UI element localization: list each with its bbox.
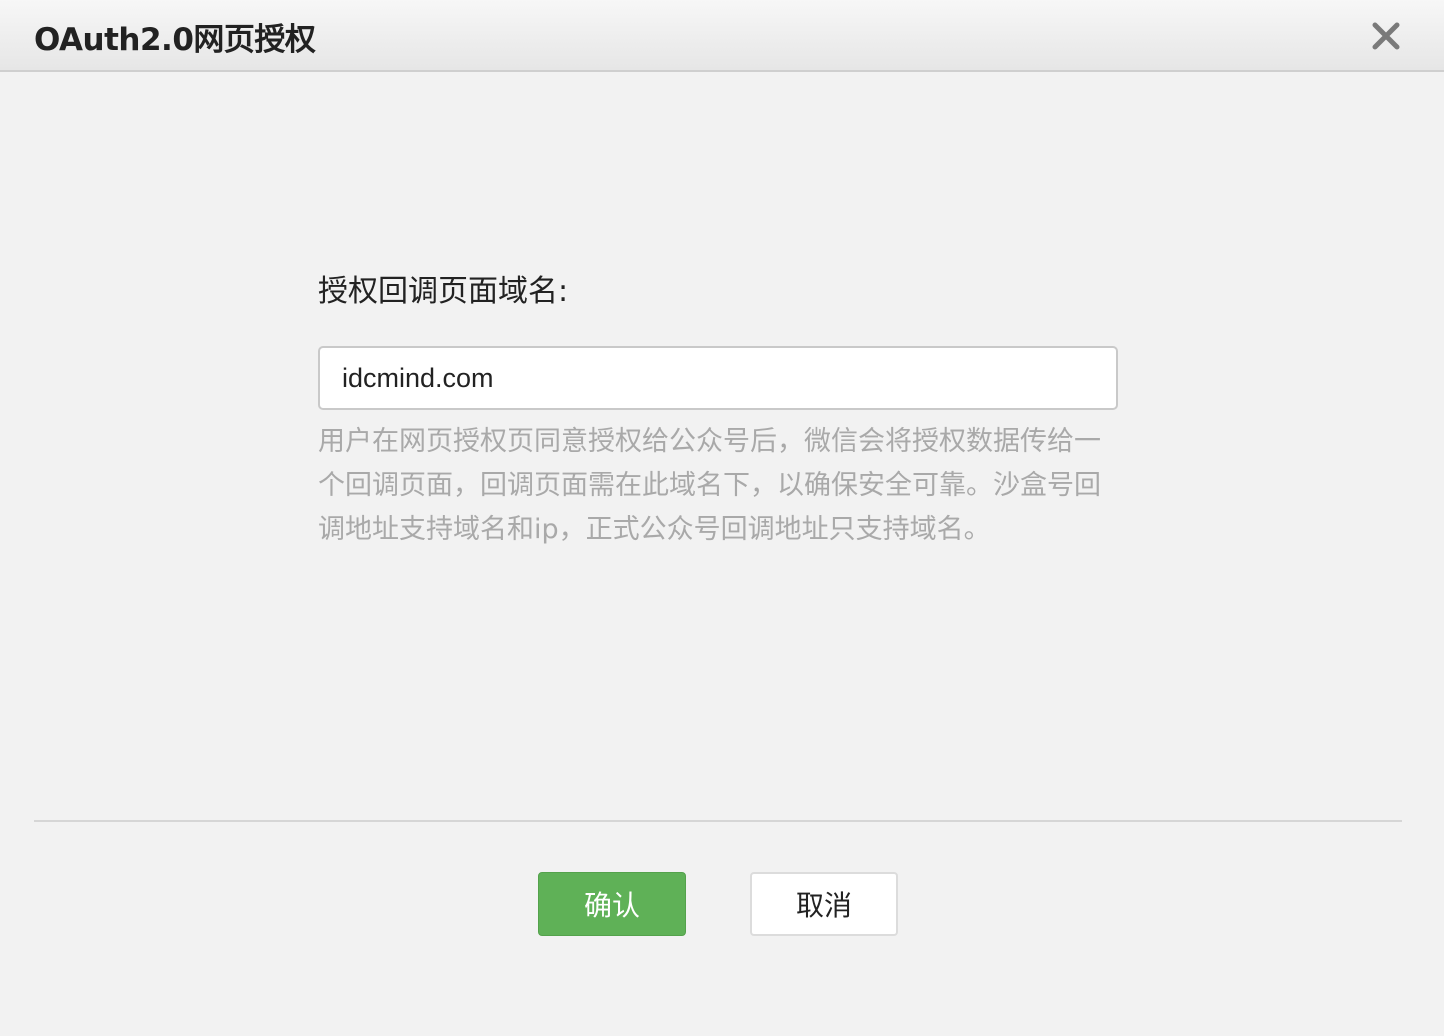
cancel-button[interactable]: 取消: [750, 872, 898, 936]
footer-divider: [34, 820, 1402, 822]
domain-hint-text: 用户在网页授权页同意授权给公众号后，微信会将授权数据传给一个回调页面，回调页面需…: [318, 426, 1101, 545]
dialog-title: OAuth2.0网页授权: [34, 22, 316, 58]
callback-domain-input[interactable]: [318, 346, 1118, 410]
domain-field-label: 授权回调页面域名:: [318, 274, 569, 309]
close-button[interactable]: [1368, 18, 1404, 54]
close-icon: [1372, 22, 1400, 50]
confirm-button[interactable]: 确认: [538, 872, 686, 936]
dialog-header: OAuth2.0网页授权: [0, 0, 1444, 72]
oauth-dialog: OAuth2.0网页授权 授权回调页面域名: 用户在网页授权页同意授权给公众号后…: [0, 0, 1444, 1036]
